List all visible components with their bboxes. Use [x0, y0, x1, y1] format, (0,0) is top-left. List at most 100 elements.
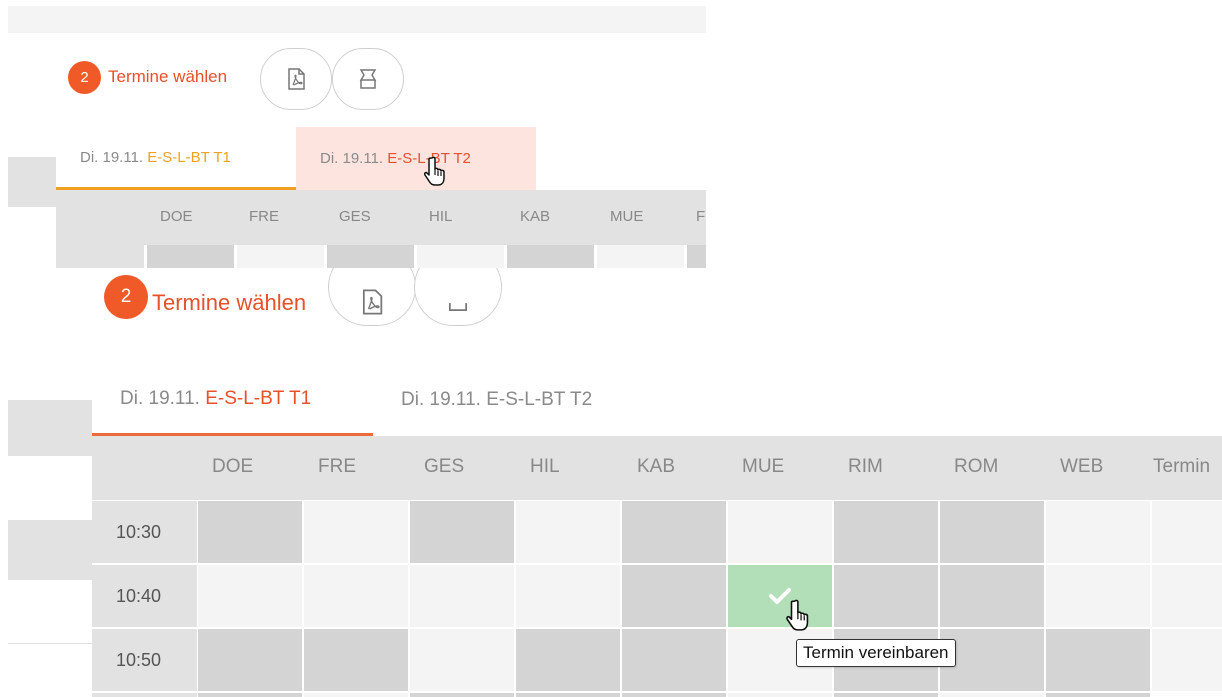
top-header-bar — [8, 6, 706, 33]
time-cell — [56, 245, 144, 268]
slot-cell[interactable] — [1046, 501, 1150, 563]
side-row-block — [8, 400, 92, 456]
print-icon — [359, 69, 377, 89]
slot-cell[interactable] — [304, 693, 408, 697]
column-header: DOE — [160, 208, 193, 225]
slot-cell[interactable] — [304, 565, 408, 627]
slot-cell[interactable] — [327, 245, 414, 268]
slot-cell[interactable] — [516, 565, 620, 627]
column-header-row: DOE FRE GES HIL KAB MUE RIM ROM WEB Term… — [92, 436, 1222, 500]
step-label: Termine wählen — [152, 290, 307, 315]
slot-cell[interactable] — [728, 501, 832, 563]
pdf-icon — [362, 289, 383, 315]
column-header: FRE — [318, 456, 356, 477]
slot-cell[interactable] — [940, 693, 1044, 697]
slot-cell[interactable] — [597, 245, 684, 268]
slot-cell[interactable] — [1046, 565, 1150, 627]
slot-cell[interactable] — [1152, 501, 1222, 563]
slot-cell[interactable] — [410, 629, 514, 691]
print-button[interactable] — [414, 268, 502, 326]
pdf-button[interactable] — [260, 48, 332, 110]
selected-slot-cell[interactable] — [728, 565, 832, 627]
bottom-panel: 2 Termine wählen Di. 19.11. E-S-L-BT T1 … — [0, 268, 1222, 697]
column-header: GES — [424, 456, 465, 477]
tab-code: E-S-L-BT T1 — [147, 148, 231, 166]
slot-cell[interactable] — [237, 245, 324, 268]
column-header-row: DOE FRE GES HIL KAB MUE F — [56, 190, 706, 245]
tab-day-t2[interactable]: Di. 19.11. E-S-L-BT T2 — [296, 127, 536, 190]
tab-day-t1[interactable]: Di. 19.11. E-S-L-BT T1 — [92, 364, 373, 436]
slot-cell[interactable] — [622, 501, 726, 563]
pdf-icon — [288, 68, 305, 90]
slot-cell[interactable] — [198, 501, 302, 563]
slot-cell[interactable] — [198, 629, 302, 691]
side-row-block — [8, 157, 56, 207]
column-header: GES — [339, 208, 371, 225]
hand-pointer-icon — [424, 156, 445, 186]
slot-cell[interactable] — [507, 245, 594, 268]
slot-cell[interactable] — [410, 501, 514, 563]
divider — [8, 643, 92, 644]
column-header: DOE — [212, 456, 254, 477]
time-cell: 10:40 — [92, 565, 197, 627]
time-cell: 10:30 — [92, 501, 197, 563]
slot-cell[interactable] — [417, 245, 504, 268]
slot-cell[interactable] — [304, 501, 408, 563]
time-cell: 10:50 — [92, 629, 197, 691]
slot-cell[interactable] — [622, 693, 726, 697]
column-header: ROM — [954, 456, 999, 477]
column-header: KAB — [637, 456, 676, 477]
tab-date: Di. 19.11. — [120, 387, 200, 409]
tab-code: E-S-L-BT T1 — [205, 387, 312, 409]
column-header: FRE — [249, 208, 279, 225]
column-header: MUE — [742, 456, 785, 477]
slot-cell[interactable] — [304, 629, 408, 691]
slot-cell[interactable] — [516, 501, 620, 563]
tab-day-t1[interactable]: Di. 19.11. E-S-L-BT T1 — [56, 127, 296, 190]
column-header: Termin — [1153, 456, 1211, 477]
time-cell — [92, 693, 197, 697]
tab-code: E-S-L-BT T2 — [486, 389, 593, 410]
column-header: F — [696, 208, 706, 225]
slot-cell[interactable] — [516, 693, 620, 697]
slot-cell[interactable] — [1152, 565, 1222, 627]
tab-date: Di. 19.11. — [80, 148, 144, 166]
top-panel: 2 Termine wählen Di. 19.11. E-S-L-BT T1 … — [0, 0, 706, 268]
column-header: WEB — [1060, 456, 1104, 477]
print-button[interactable] — [332, 48, 404, 110]
slot-cell[interactable] — [622, 629, 726, 691]
pdf-button[interactable] — [328, 268, 416, 326]
step-badge: 2 — [68, 61, 101, 94]
table-row — [56, 245, 706, 268]
column-header: MUE — [610, 208, 644, 225]
column-header: HIL — [429, 208, 453, 225]
hand-pointer-icon — [786, 599, 809, 631]
slot-cell[interactable] — [834, 501, 938, 563]
slot-cell[interactable] — [198, 565, 302, 627]
slot-cell[interactable] — [940, 629, 1044, 691]
slot-cell[interactable] — [198, 693, 302, 697]
slot-cell[interactable] — [728, 693, 832, 697]
slot-cell[interactable] — [1046, 693, 1150, 697]
tab-day-t2[interactable]: Di. 19.11. E-S-L-BT T2 — [373, 364, 673, 436]
slot-cell[interactable] — [834, 693, 938, 697]
slot-cell[interactable] — [1046, 629, 1150, 691]
column-header: KAB — [520, 208, 551, 225]
slot-cell[interactable] — [147, 245, 234, 268]
tab-date: Di. 19.11. — [320, 150, 384, 167]
print-icon — [448, 303, 468, 312]
slot-cell[interactable] — [940, 501, 1044, 563]
slot-cell[interactable] — [516, 629, 620, 691]
slot-cell[interactable] — [834, 565, 938, 627]
slot-cell[interactable] — [622, 565, 726, 627]
side-row-block — [8, 520, 92, 580]
slot-cell[interactable] — [940, 565, 1044, 627]
slot-cell[interactable] — [1152, 629, 1222, 691]
step-badge: 2 — [104, 275, 148, 319]
slot-cell[interactable] — [410, 693, 514, 697]
slot-cell[interactable] — [687, 245, 706, 268]
screenshot-stage: 2 Termine wählen Di. 19.11. E-S-L-BT T1 … — [0, 0, 1222, 697]
tooltip: Termin vereinbaren — [796, 639, 956, 667]
column-header: HIL — [530, 456, 560, 477]
slot-cell[interactable] — [410, 565, 514, 627]
